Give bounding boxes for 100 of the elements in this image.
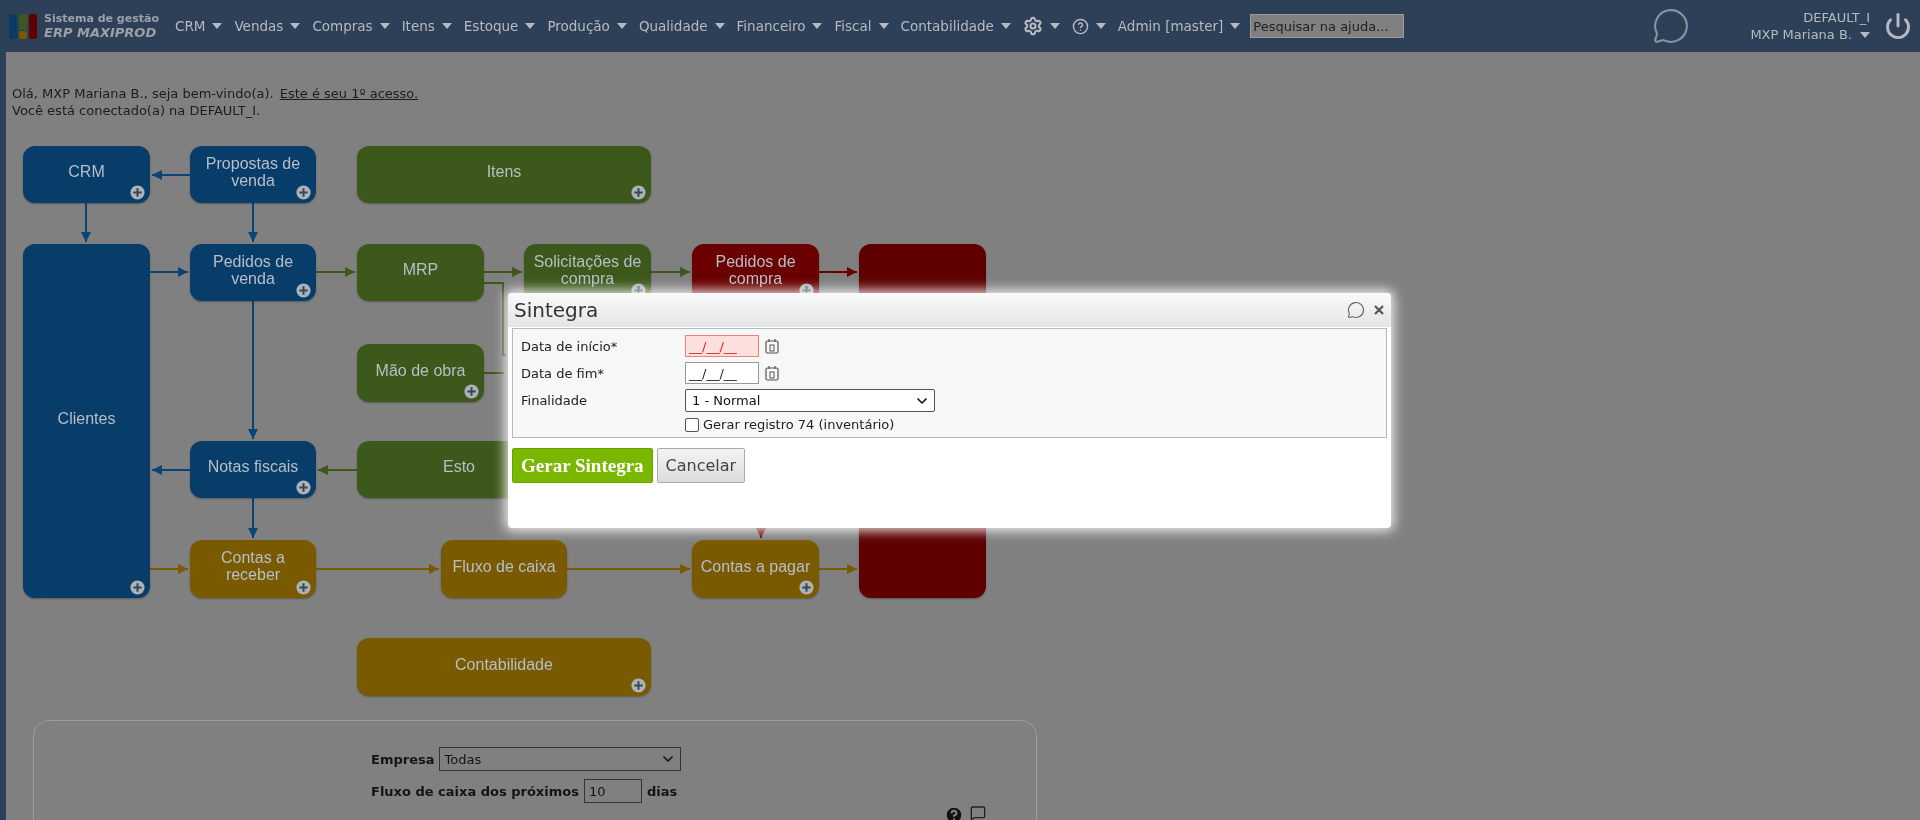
date-field[interactable]: __/__/__ [685, 362, 759, 384]
flow-node[interactable]: Notas fiscais [190, 441, 316, 498]
menu-item[interactable]: Produção [547, 18, 627, 34]
first-access-link[interactable]: Este é seu 1º acesso. [279, 85, 419, 102]
arrow [248, 497, 258, 539]
user-menu[interactable]: MXP Mariana B. [1750, 27, 1852, 42]
menu-item[interactable]: Itens [401, 18, 452, 34]
settings-icon [1022, 16, 1043, 36]
plus-icon[interactable] [799, 580, 814, 595]
plus-icon[interactable] [631, 185, 646, 200]
plus-icon[interactable] [296, 580, 311, 595]
menu-item[interactable]: Contabilidade [900, 18, 1011, 34]
connector-line [483, 372, 505, 374]
arrow [151, 170, 191, 180]
caret-icon [1095, 23, 1106, 29]
purpose-select[interactable]: 1 - Normal [685, 389, 935, 412]
chat-icon[interactable] [1347, 301, 1365, 319]
caret-icon [812, 23, 823, 29]
close-icon[interactable] [1373, 304, 1385, 316]
node-label: Fluxo de caixa [452, 557, 556, 575]
menu-item[interactable]: Qualidade [638, 18, 725, 34]
plus-icon[interactable] [130, 185, 145, 200]
plus-icon[interactable] [464, 384, 479, 399]
flow-node[interactable]: Contas a pagar [692, 540, 819, 598]
node-label: Itens [486, 163, 522, 180]
menu-item[interactable]: Financeiro [736, 18, 823, 34]
node-label: Contas a receber [219, 549, 286, 583]
field-label: Finalidade [521, 393, 589, 408]
node-label: Propostas de venda [204, 154, 302, 189]
flow-node[interactable]: Itens [357, 146, 651, 203]
menu-item[interactable]: Fiscal [834, 18, 889, 34]
cancel-button[interactable]: Cancelar [656, 448, 746, 483]
caret-icon [1860, 31, 1870, 38]
caret-icon [1230, 23, 1241, 29]
caret-icon [616, 23, 627, 29]
help-menu[interactable] [1071, 17, 1106, 35]
flow-node[interactable]: Mão de obra [357, 344, 484, 402]
menu-item[interactable]: Estoque [463, 18, 536, 34]
caret-icon [1049, 23, 1060, 29]
menu-item[interactable]: CRM [174, 18, 223, 34]
caret-icon [525, 23, 536, 29]
flow-node[interactable]: MRP [357, 244, 484, 301]
arrow [81, 202, 91, 243]
company-name: DEFAULT_I [1803, 10, 1870, 25]
caret-icon [878, 23, 889, 29]
plus-icon[interactable] [296, 185, 311, 200]
days-unit: dias [646, 783, 678, 799]
flow-node[interactable]: Propostas de venda [190, 146, 316, 203]
node-label: Pedidos de compra [714, 252, 797, 287]
brand-tagline: Sistema de gestão [44, 12, 159, 26]
menu-item[interactable]: Compras [312, 18, 390, 34]
plus-icon[interactable] [631, 678, 646, 693]
brand-name: ERP MAXIPROD [44, 26, 158, 40]
plus-icon[interactable] [130, 580, 145, 595]
node-label: Pedidos de venda [211, 252, 295, 287]
search-field[interactable]: Pesquisar na ajuda... [1250, 14, 1405, 38]
caret-icon [379, 23, 390, 29]
arrow [149, 564, 189, 574]
node-label: Contabilidade [455, 655, 553, 673]
help-icon [1071, 17, 1089, 35]
arrow [149, 267, 189, 277]
chat-icon[interactable] [1652, 7, 1691, 45]
company-select[interactable]: Todas [439, 747, 682, 771]
node-label: Clientes [57, 409, 116, 427]
arrow [315, 267, 356, 277]
menu-item[interactable]: Vendas [234, 18, 301, 34]
node-label: CRM [68, 163, 105, 180]
help-icon[interactable] [944, 805, 964, 820]
caret-icon [212, 23, 223, 29]
company-label: Empresa [371, 751, 435, 767]
cashflow-label: Fluxo de caixa dos próximos [371, 783, 579, 799]
comment-icon[interactable] [970, 805, 986, 820]
node-label: Esto [443, 458, 475, 475]
caret-icon [1000, 23, 1011, 29]
flow-node[interactable]: CRM [23, 146, 150, 203]
flow-node[interactable]: Pedidos de venda [190, 244, 316, 301]
arrow [818, 267, 858, 277]
plus-icon[interactable] [296, 480, 311, 495]
flow-node[interactable]: Contas a receber [190, 540, 316, 598]
arrow [151, 465, 191, 475]
power-icon[interactable] [1884, 12, 1912, 40]
menu-item[interactable]: Admin [master] [1117, 18, 1241, 34]
arrow [248, 202, 258, 243]
calendar-icon[interactable] [765, 365, 779, 381]
days-field[interactable]: 10 [583, 779, 642, 803]
flow-node[interactable]: Clientes [23, 244, 150, 598]
node-label: MRP [402, 261, 439, 278]
date-field[interactable]: __/__/__ [685, 335, 759, 357]
flow-node[interactable]: Contabilidade [357, 638, 651, 696]
connection-text: Você está conectado(a) na DEFAULT_I. [12, 102, 261, 119]
calendar-icon[interactable] [765, 338, 779, 354]
field-label: Data de fim* [521, 365, 605, 381]
node-label: Notas fiscais [207, 458, 299, 475]
field-label: Data de início* [521, 338, 619, 354]
dialog-title: Sintegra [514, 298, 599, 322]
plus-icon[interactable] [296, 283, 311, 298]
checkbox[interactable] [685, 417, 699, 432]
flow-node[interactable]: Fluxo de caixa [441, 540, 567, 598]
logo-icon [8, 11, 38, 41]
settings-menu[interactable] [1022, 16, 1060, 36]
